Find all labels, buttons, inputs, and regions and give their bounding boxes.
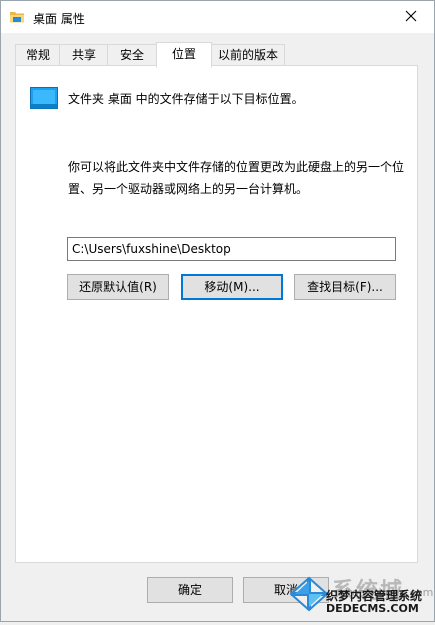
properties-window: 桌面 属性 常规 共享 安全 位置 以前的版本 文件夹 桌面 中的文件存储于以下… [0, 0, 435, 622]
tab-general[interactable]: 常规 [15, 44, 61, 66]
find-target-button[interactable]: 查找目标(F)... [294, 274, 396, 300]
tab-location[interactable]: 位置 [156, 42, 212, 68]
tab-security[interactable]: 安全 [107, 44, 157, 66]
location-description: 你可以将此文件夹中文件存储的位置更改为此硬盘上的另一个位置、另一个驱动器或网络上… [68, 160, 405, 196]
tab-previous-versions[interactable]: 以前的版本 [211, 44, 285, 66]
target-path-input[interactable] [67, 237, 396, 261]
move-button[interactable]: 移动(M)... [181, 274, 283, 300]
tab-sharing[interactable]: 共享 [59, 44, 109, 66]
close-button[interactable] [388, 1, 434, 33]
folder-icon [9, 10, 25, 24]
location-intro-text: 文件夹 桌面 中的文件存储于以下目标位置。 [68, 92, 304, 106]
watermark-cms-domain: DEDECMS.COM [326, 602, 419, 615]
ok-button[interactable]: 确定 [147, 577, 233, 603]
window-title: 桌面 属性 [33, 12, 85, 26]
close-icon [405, 10, 417, 25]
restore-default-button[interactable]: 还原默认值(R) [67, 274, 169, 300]
title-bar[interactable]: 桌面 属性 [1, 1, 434, 33]
desktop-folder-icon [30, 87, 58, 109]
location-panel: 文件夹 桌面 中的文件存储于以下目标位置。 你可以将此文件夹中文件存储的位置更改… [15, 65, 418, 563]
